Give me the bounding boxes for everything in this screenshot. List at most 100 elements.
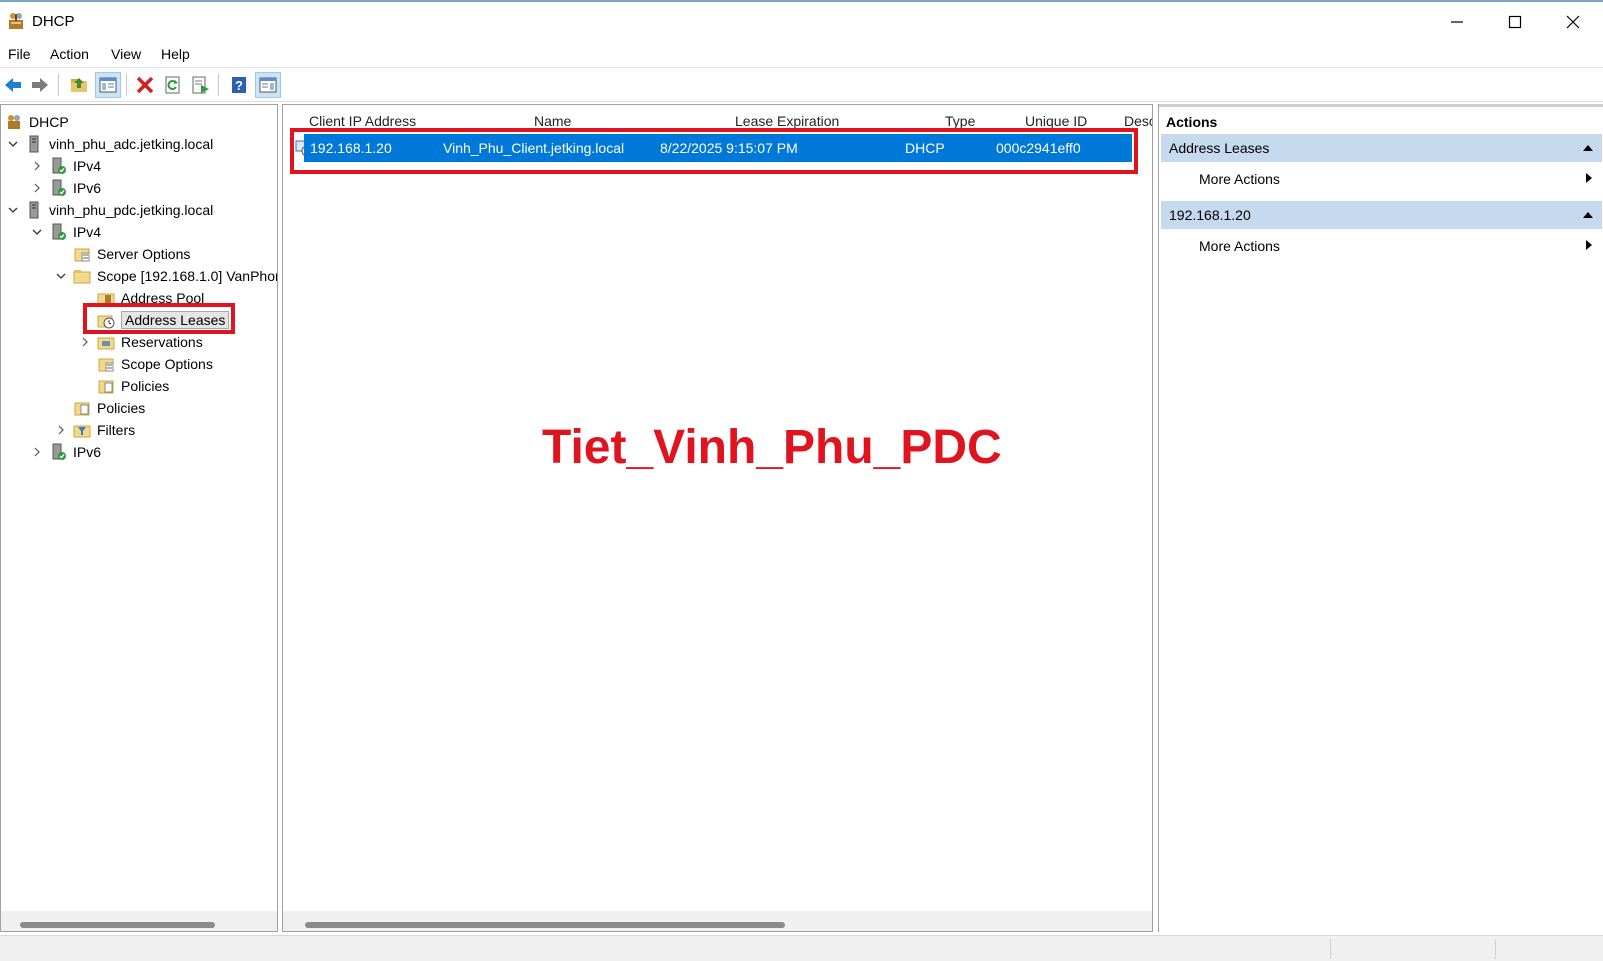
show-hide-action-pane-button[interactable]	[255, 72, 281, 98]
chevron-right-icon[interactable]	[53, 422, 69, 438]
dhcp-root-icon	[5, 113, 23, 131]
scope-folder-icon	[73, 267, 91, 285]
tree-item-scope-policies[interactable]: Policies	[97, 375, 169, 397]
collapse-caret-icon[interactable]	[1582, 210, 1594, 220]
menu-file[interactable]: File	[8, 46, 31, 62]
action-section-lease-ip[interactable]: 192.168.1.20	[1161, 201, 1602, 229]
tree-item-server-pdc[interactable]: vinh_phu_pdc.jetking.local	[5, 199, 213, 221]
lease-list-pane[interactable]: Client IP Address Name Lease Expiration …	[282, 104, 1153, 932]
svg-text:?: ?	[235, 78, 243, 93]
scope-options-icon	[97, 355, 115, 373]
tree-item-adc-ipv6[interactable]: IPv6	[29, 177, 101, 199]
window-title: DHCP	[32, 13, 75, 30]
close-button[interactable]	[1544, 2, 1602, 41]
up-folder-icon	[71, 78, 87, 92]
chevron-down-icon[interactable]	[29, 224, 45, 240]
maximize-icon	[1508, 15, 1522, 28]
menu-action[interactable]: Action	[50, 46, 89, 62]
tree-label: Policies	[97, 400, 146, 416]
tree-item-scope[interactable]: Scope [192.168.1.0] VanPhor	[53, 265, 277, 287]
tree-label: IPv6	[73, 180, 102, 196]
list-horizontal-scrollbar[interactable]	[283, 911, 1152, 931]
watermark-text: Tiet_Vinh_Phu_PDC	[542, 421, 1002, 474]
close-icon	[1566, 15, 1580, 28]
tree-item-reservations[interactable]: Reservations	[77, 331, 203, 353]
show-hide-console-tree-button[interactable]	[95, 72, 121, 98]
tree-item-policies[interactable]: Policies	[73, 397, 145, 419]
ipv4-server-icon	[49, 223, 67, 241]
tree-horizontal-scrollbar[interactable]	[1, 911, 277, 931]
chevron-right-icon[interactable]	[29, 180, 45, 196]
policies-icon	[97, 377, 115, 395]
tree-label: Scope Options	[121, 356, 213, 372]
chevron-down-icon[interactable]	[5, 136, 21, 152]
up-one-level-button[interactable]	[66, 72, 92, 98]
policies-icon	[73, 399, 91, 417]
tree-label: Policies	[121, 378, 170, 394]
action-section-label: 192.168.1.20	[1169, 207, 1251, 223]
more-actions-address-leases[interactable]: More Actions	[1199, 171, 1280, 187]
submenu-arrow-icon[interactable]	[1585, 172, 1593, 184]
export-list-button[interactable]	[188, 72, 214, 98]
tree-item-pdc-ipv4[interactable]: IPv4	[29, 221, 101, 243]
chevron-down-icon[interactable]	[53, 268, 69, 284]
maximize-button[interactable]	[1486, 2, 1544, 41]
actions-title: Actions	[1159, 104, 1603, 132]
tree-scrollbar-thumb[interactable]	[20, 922, 215, 928]
minimize-icon	[1451, 20, 1463, 23]
action-section-address-leases[interactable]: Address Leases	[1161, 134, 1602, 162]
tree-label: Reservations	[121, 334, 203, 350]
collapse-caret-icon[interactable]	[1582, 143, 1594, 153]
chevron-down-icon[interactable]	[5, 202, 21, 218]
action-section-label: Address Leases	[1169, 140, 1270, 156]
more-actions-lease-ip[interactable]: More Actions	[1199, 238, 1280, 254]
refresh-button[interactable]	[160, 72, 186, 98]
tree-item-filters[interactable]: Filters	[53, 419, 135, 441]
forward-arrow-icon	[32, 78, 48, 92]
menu-bar: File Action View Help	[0, 41, 1603, 68]
tree-item-scope-options[interactable]: Scope Options	[97, 353, 213, 375]
address-leases-highlight-box	[83, 303, 235, 334]
toolbar-separator	[58, 74, 59, 96]
back-button[interactable]	[0, 72, 26, 98]
refresh-icon	[165, 76, 180, 94]
list-scrollbar-thumb[interactable]	[305, 922, 785, 928]
status-bar	[0, 935, 1603, 961]
ipv6-server-icon	[49, 443, 67, 461]
help-button[interactable]: ?	[226, 72, 252, 98]
server-icon	[25, 201, 43, 219]
filter-icon	[73, 421, 91, 439]
tree-item-dhcp-root[interactable]: DHCP	[5, 111, 69, 133]
dhcp-app-icon	[6, 11, 26, 31]
export-list-icon	[192, 76, 209, 94]
delete-icon	[136, 76, 154, 94]
submenu-arrow-icon[interactable]	[1585, 239, 1593, 251]
tree-label: Filters	[97, 422, 136, 438]
chevron-right-icon[interactable]	[77, 334, 93, 350]
show-hide-action-pane-icon	[259, 77, 277, 93]
tree-label: IPv4	[73, 224, 102, 240]
tree-item-pdc-ipv6[interactable]: IPv6	[29, 441, 101, 463]
help-icon: ?	[232, 77, 246, 93]
tree-item-adc-ipv4[interactable]: IPv4	[29, 155, 101, 177]
tree-item-server-adc[interactable]: vinh_phu_adc.jetking.local	[5, 133, 213, 155]
tree-label: Server Options	[97, 246, 191, 262]
tree-label: IPv4	[73, 158, 102, 174]
tree-label: vinh_phu_adc.jetking.local	[49, 136, 214, 152]
menu-view[interactable]: View	[111, 46, 141, 62]
toolbar: ?	[0, 69, 1603, 102]
reservations-icon	[97, 333, 115, 351]
title-bar: DHCP	[0, 2, 1603, 41]
minimize-button[interactable]	[1428, 2, 1486, 41]
forward-button[interactable]	[27, 72, 53, 98]
tree-label: vinh_phu_pdc.jetking.local	[49, 202, 214, 218]
console-tree-pane[interactable]: DHCP vinh_phu_adc.jetking.local IPv4 IPv…	[0, 104, 278, 932]
status-bar-divider	[1330, 939, 1331, 959]
menu-help[interactable]: Help	[161, 46, 190, 62]
ipv6-server-icon	[49, 179, 67, 197]
chevron-right-icon[interactable]	[29, 158, 45, 174]
tree-item-server-options[interactable]: Server Options	[73, 243, 190, 265]
chevron-right-icon[interactable]	[29, 444, 45, 460]
delete-button[interactable]	[132, 72, 158, 98]
actions-pane: Actions Address Leases More Actions 192.…	[1158, 104, 1603, 932]
